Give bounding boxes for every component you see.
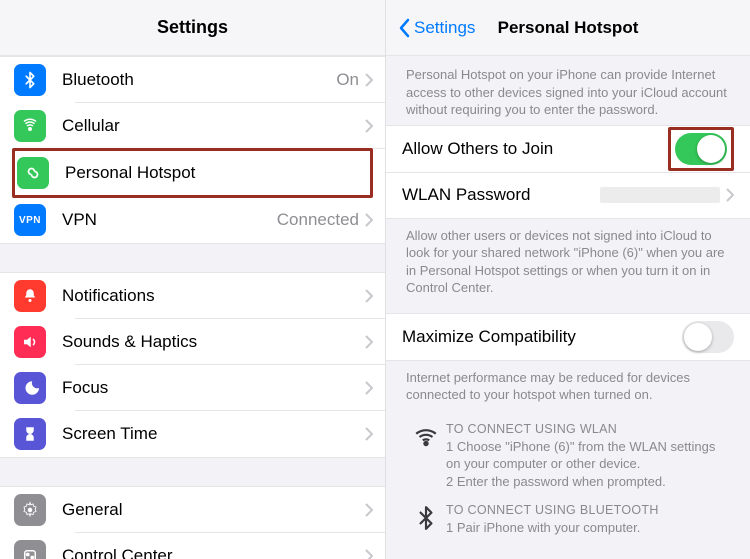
row-personal-hotspot[interactable]: Personal Hotspot xyxy=(15,151,370,195)
general-icon xyxy=(14,494,46,526)
intro-text: Personal Hotspot on your iPhone can prov… xyxy=(386,56,750,125)
notifications-icon xyxy=(14,280,46,312)
row-label: Notifications xyxy=(62,286,365,306)
chevron-right-icon xyxy=(365,335,373,349)
instructions-bluetooth: TO CONNECT USING BLUETOOTH 1 Pair iPhone… xyxy=(386,491,750,537)
row-bluetooth[interactable]: Bluetooth On xyxy=(0,57,385,103)
row-screen-time[interactable]: Screen Time xyxy=(0,411,385,457)
instructions-wlan: TO CONNECT USING WLAN 1 Choose "iPhone (… xyxy=(386,410,750,491)
maxcomp-desc: Internet performance may be reduced for … xyxy=(386,361,750,410)
instr-line: 1 Pair iPhone with your computer. xyxy=(446,519,659,537)
wlan-password-value xyxy=(600,187,720,203)
row-label: Screen Time xyxy=(62,424,365,444)
row-control-center[interactable]: Control Center xyxy=(0,533,385,559)
bluetooth-glyph-icon xyxy=(406,503,446,537)
row-label: VPN xyxy=(62,210,277,230)
chevron-right-icon xyxy=(365,427,373,441)
row-label: WLAN Password xyxy=(402,185,600,205)
chevron-right-icon xyxy=(365,381,373,395)
row-value: Connected xyxy=(277,210,359,230)
bluetooth-icon xyxy=(14,64,46,96)
hotspot-group-maxcomp: Maximize Compatibility xyxy=(386,313,750,361)
row-label: Focus xyxy=(62,378,365,398)
row-label: Allow Others to Join xyxy=(402,139,664,159)
row-general[interactable]: General xyxy=(0,487,385,533)
row-wlan-password[interactable]: WLAN Password xyxy=(386,172,750,218)
allow-desc: Allow other users or devices not signed … xyxy=(386,219,750,303)
hotspot-icon xyxy=(17,157,49,189)
row-allow-others[interactable]: Allow Others to Join xyxy=(386,126,750,172)
vpn-icon: VPN xyxy=(14,204,46,236)
highlight-toggle xyxy=(668,127,734,171)
highlight-personal-hotspot: Personal Hotspot xyxy=(12,148,373,198)
chevron-right-icon xyxy=(365,73,373,87)
wifi-icon xyxy=(406,422,446,491)
back-button[interactable]: Settings xyxy=(398,18,475,38)
cellular-icon xyxy=(14,110,46,142)
row-vpn[interactable]: VPN VPN Connected xyxy=(0,197,385,243)
settings-title: Settings xyxy=(157,17,228,38)
chevron-right-icon xyxy=(365,289,373,303)
hotspot-pane: Settings Personal Hotspot Personal Hotsp… xyxy=(386,0,750,559)
row-label: General xyxy=(62,500,365,520)
settings-group-general: General Control Center xyxy=(0,486,385,559)
focus-icon xyxy=(14,372,46,404)
row-focus[interactable]: Focus xyxy=(0,365,385,411)
chevron-right-icon xyxy=(365,119,373,133)
instr-line: 2 Enter the password when prompted. xyxy=(446,473,730,491)
row-cellular[interactable]: Cellular xyxy=(0,103,385,149)
chevron-left-icon xyxy=(398,18,410,38)
row-label: Personal Hotspot xyxy=(65,163,370,183)
chevron-right-icon xyxy=(365,549,373,559)
instr-title: TO CONNECT USING BLUETOOTH xyxy=(446,503,659,517)
row-value: On xyxy=(336,70,359,90)
instr-title: TO CONNECT USING WLAN xyxy=(446,422,730,436)
settings-header: Settings xyxy=(0,0,385,56)
row-label: Bluetooth xyxy=(62,70,336,90)
row-label: Sounds & Haptics xyxy=(62,332,365,352)
row-max-compatibility[interactable]: Maximize Compatibility xyxy=(386,314,750,360)
hotspot-group-allow: Allow Others to Join WLAN Password xyxy=(386,125,750,219)
control-center-icon xyxy=(14,540,46,559)
hotspot-header: Settings Personal Hotspot xyxy=(386,0,750,56)
settings-group-connectivity: Bluetooth On Cellular Personal Hotspot xyxy=(0,56,385,244)
row-label: Control Center xyxy=(62,546,365,559)
screen-time-icon xyxy=(14,418,46,450)
row-notifications[interactable]: Notifications xyxy=(0,273,385,319)
row-sounds-haptics[interactable]: Sounds & Haptics xyxy=(0,319,385,365)
allow-others-toggle[interactable] xyxy=(675,133,727,165)
max-compatibility-toggle[interactable] xyxy=(682,321,734,353)
instr-line: 1 Choose "iPhone (6)" from the WLAN sett… xyxy=(446,438,730,473)
row-label: Maximize Compatibility xyxy=(402,327,682,347)
settings-group-notifications: Notifications Sounds & Haptics Focus xyxy=(0,272,385,458)
row-label: Cellular xyxy=(62,116,365,136)
sounds-icon xyxy=(14,326,46,358)
chevron-right-icon xyxy=(726,188,734,202)
chevron-right-icon xyxy=(365,503,373,517)
settings-pane: Settings Bluetooth On Cellular xyxy=(0,0,386,559)
back-label: Settings xyxy=(414,18,475,38)
chevron-right-icon xyxy=(365,213,373,227)
